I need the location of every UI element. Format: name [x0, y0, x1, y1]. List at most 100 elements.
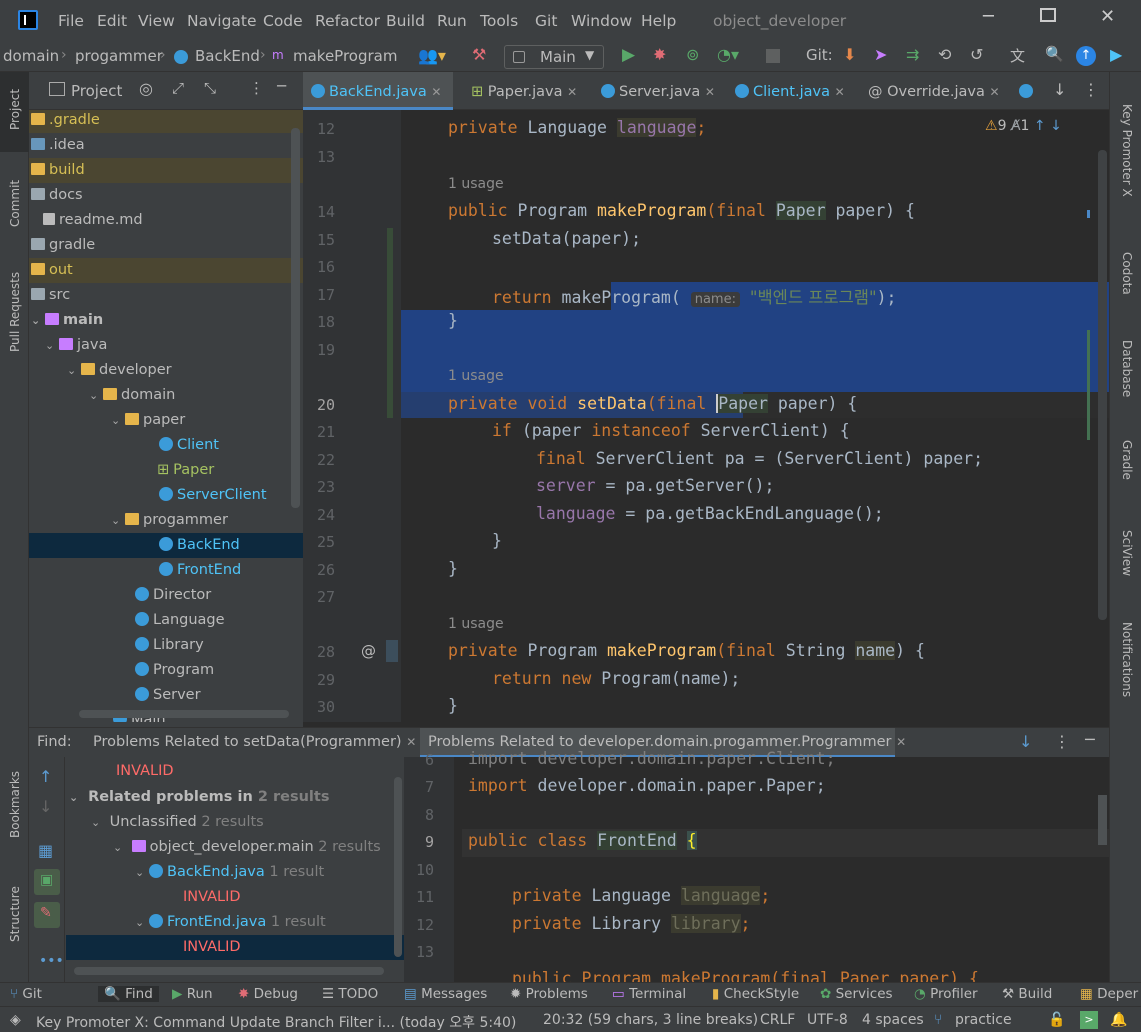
status-message[interactable]: Key Promoter X: Command Update Branch Fi…	[36, 1012, 530, 1032]
caret-position[interactable]: 20:32 (59 chars, 3 line breaks)	[543, 1012, 758, 1028]
tree-item-library[interactable]: Library	[135, 633, 204, 658]
editor-scrollbar[interactable]	[1098, 150, 1107, 620]
run-icon[interactable]: ▶	[622, 45, 635, 65]
update-icon[interactable]: ↑	[1076, 46, 1096, 66]
menu-edit[interactable]: Edit	[97, 12, 127, 30]
menu-file[interactable]: File	[58, 12, 84, 30]
stop-icon[interactable]	[766, 49, 780, 63]
menu-run[interactable]: Run	[437, 12, 467, 30]
tree-item-gradle[interactable]: gradle	[29, 233, 95, 258]
tree-item-out[interactable]: out	[29, 258, 303, 283]
tree-item-director[interactable]: Director	[135, 583, 211, 608]
tree-item-serverclient[interactable]: ServerClient	[159, 483, 267, 508]
tree-item-client[interactable]: Client	[159, 433, 219, 458]
prev-problem-icon[interactable]: ↑	[1034, 118, 1046, 134]
find-options-icon[interactable]: ⋮	[1054, 732, 1070, 751]
tab-options-icon[interactable]: ⋮	[1083, 80, 1099, 99]
tree-item-backend[interactable]: BackEnd	[29, 533, 303, 558]
tab-codota[interactable]: Codota	[1120, 252, 1134, 295]
coverage-icon[interactable]: ⊚	[686, 45, 699, 64]
find-tab-2[interactable]: Problems Related to developer.domain.pro…	[428, 734, 906, 750]
tree-item-progammer[interactable]: ⌄ progammer	[111, 508, 228, 533]
maximize-button[interactable]	[1040, 8, 1056, 22]
code-editor[interactable]: ⚠9 A̸1 ↑ ↓ private Language language; 1 …	[401, 110, 1109, 722]
expand-icon[interactable]: ⤢	[172, 79, 184, 97]
breadcrumb-makeprogram[interactable]: makeProgram	[293, 47, 397, 65]
tool-debug[interactable]: ✸ Debug	[238, 986, 298, 1002]
usage-hint[interactable]: 1 usage	[448, 176, 504, 192]
usage-hint[interactable]: 1 usage	[448, 616, 504, 632]
history-icon[interactable]: ⟲	[938, 45, 951, 64]
tab-notifications[interactable]: Notifications	[1120, 622, 1134, 697]
codota-icon[interactable]: >	[1080, 1011, 1098, 1029]
tree-item-java[interactable]: ⌄ java	[45, 333, 107, 358]
tree-item-gradle-dir[interactable]: .gradle	[29, 110, 303, 133]
breadcrumb-progammer[interactable]: progammer	[75, 47, 163, 65]
indent-setting[interactable]: 4 spaces	[862, 1012, 924, 1028]
close-icon[interactable]: ✕	[406, 735, 416, 749]
file-encoding[interactable]: UTF-8	[807, 1012, 848, 1028]
tree-item-domain[interactable]: ⌄ domain	[89, 383, 175, 408]
unclassified-node[interactable]: ⌄ Unclassified 2 results	[91, 810, 264, 835]
find-tab-1[interactable]: Problems Related to setData(Programmer) …	[93, 734, 416, 750]
tree-item-idea[interactable]: .idea	[29, 133, 85, 158]
breadcrumb-domain[interactable]: domain	[3, 47, 59, 65]
tab-key-promoter[interactable]: Key Promoter X	[1120, 104, 1134, 197]
tab-paper[interactable]: ⊞ Paper.java ✕	[463, 72, 588, 110]
project-hscrollbar[interactable]	[79, 710, 289, 718]
close-icon[interactable]: ✕	[431, 85, 441, 99]
tree-item-frontend[interactable]: FrontEnd	[159, 558, 241, 583]
git-update-icon[interactable]: ⬇	[843, 45, 856, 64]
find-scrollbar[interactable]	[394, 777, 402, 957]
menu-code[interactable]: Code	[263, 12, 303, 30]
lock-icon[interactable]: 🔓	[1048, 1012, 1065, 1028]
group-icon[interactable]: ▦	[38, 841, 53, 860]
tool-profiler[interactable]: ◔ Profiler	[914, 986, 978, 1002]
result-invalid-selected[interactable]: INVALID	[66, 935, 404, 960]
module-node[interactable]: ⌄ object_developer.main 2 results	[113, 835, 381, 860]
breakpoint-area[interactable]	[386, 640, 398, 662]
collapse-icon[interactable]: ⤡	[204, 79, 216, 97]
profile-icon[interactable]: ◔▾	[717, 45, 739, 64]
tree-item-developer[interactable]: ⌄ developer	[67, 358, 172, 383]
notifications-icon[interactable]: 🔔	[1110, 1012, 1127, 1028]
tool-messages[interactable]: ▤ Messages	[404, 986, 487, 1002]
search-icon[interactable]: 🔍	[1045, 45, 1064, 63]
result-invalid[interactable]: INVALID	[183, 885, 241, 910]
tool-build[interactable]: ⚒ Build	[1002, 986, 1052, 1002]
edit-toggle[interactable]: ✎	[34, 902, 60, 928]
preview-toggle[interactable]: ▣	[34, 869, 60, 895]
options-icon[interactable]: ⋮	[249, 79, 264, 97]
tool-git[interactable]: ⑂ Git	[10, 986, 42, 1002]
menu-navigate[interactable]: Navigate	[187, 12, 257, 30]
tree-item-build[interactable]: build	[29, 158, 303, 183]
tree-item-language[interactable]: Language	[135, 608, 225, 633]
tree-item-main[interactable]: ⌄ main	[29, 308, 103, 333]
plugin-icon[interactable]: ▶	[1110, 45, 1122, 64]
tool-run[interactable]: ▶ Run	[172, 986, 213, 1002]
frontend-node[interactable]: ⌄ FrontEnd.java 1 result	[135, 910, 326, 935]
tool-find[interactable]: 🔍 Find	[98, 986, 159, 1002]
menu-build[interactable]: Build	[386, 12, 425, 30]
close-icon[interactable]: ✕	[705, 85, 715, 99]
debug-icon[interactable]: ✸	[653, 45, 666, 64]
tab-sciview[interactable]: SciView	[1120, 530, 1134, 576]
tree-item-paper-pkg[interactable]: ⌄ paper	[111, 408, 185, 433]
locate-icon[interactable]: ◎	[139, 79, 153, 98]
rollback-icon[interactable]: ↺	[970, 45, 983, 64]
tab-bookmarks[interactable]: Bookmarks	[8, 771, 22, 838]
inspection-widget[interactable]: ⚠9 A̸1 ↑ ↓	[985, 118, 1062, 134]
tree-item-paper[interactable]: ⊞ Paper	[157, 458, 214, 483]
close-icon[interactable]: ✕	[989, 85, 999, 99]
close-icon[interactable]: ✕	[567, 85, 577, 99]
menu-refactor[interactable]: Refactor	[315, 12, 380, 30]
minimize-button[interactable]: ─	[983, 6, 994, 27]
related-problems-node[interactable]: ⌄ Related problems in 2 results	[69, 785, 329, 810]
git-branch[interactable]: practice	[955, 1012, 1012, 1028]
more-icon[interactable]: •••	[39, 953, 64, 969]
tab-database[interactable]: Database	[1120, 340, 1134, 397]
menu-tools[interactable]: Tools	[480, 12, 518, 30]
users-icon[interactable]: 👥▾	[418, 46, 446, 65]
override-icon[interactable]: @	[361, 642, 376, 660]
result-invalid[interactable]: INVALID	[116, 759, 174, 784]
